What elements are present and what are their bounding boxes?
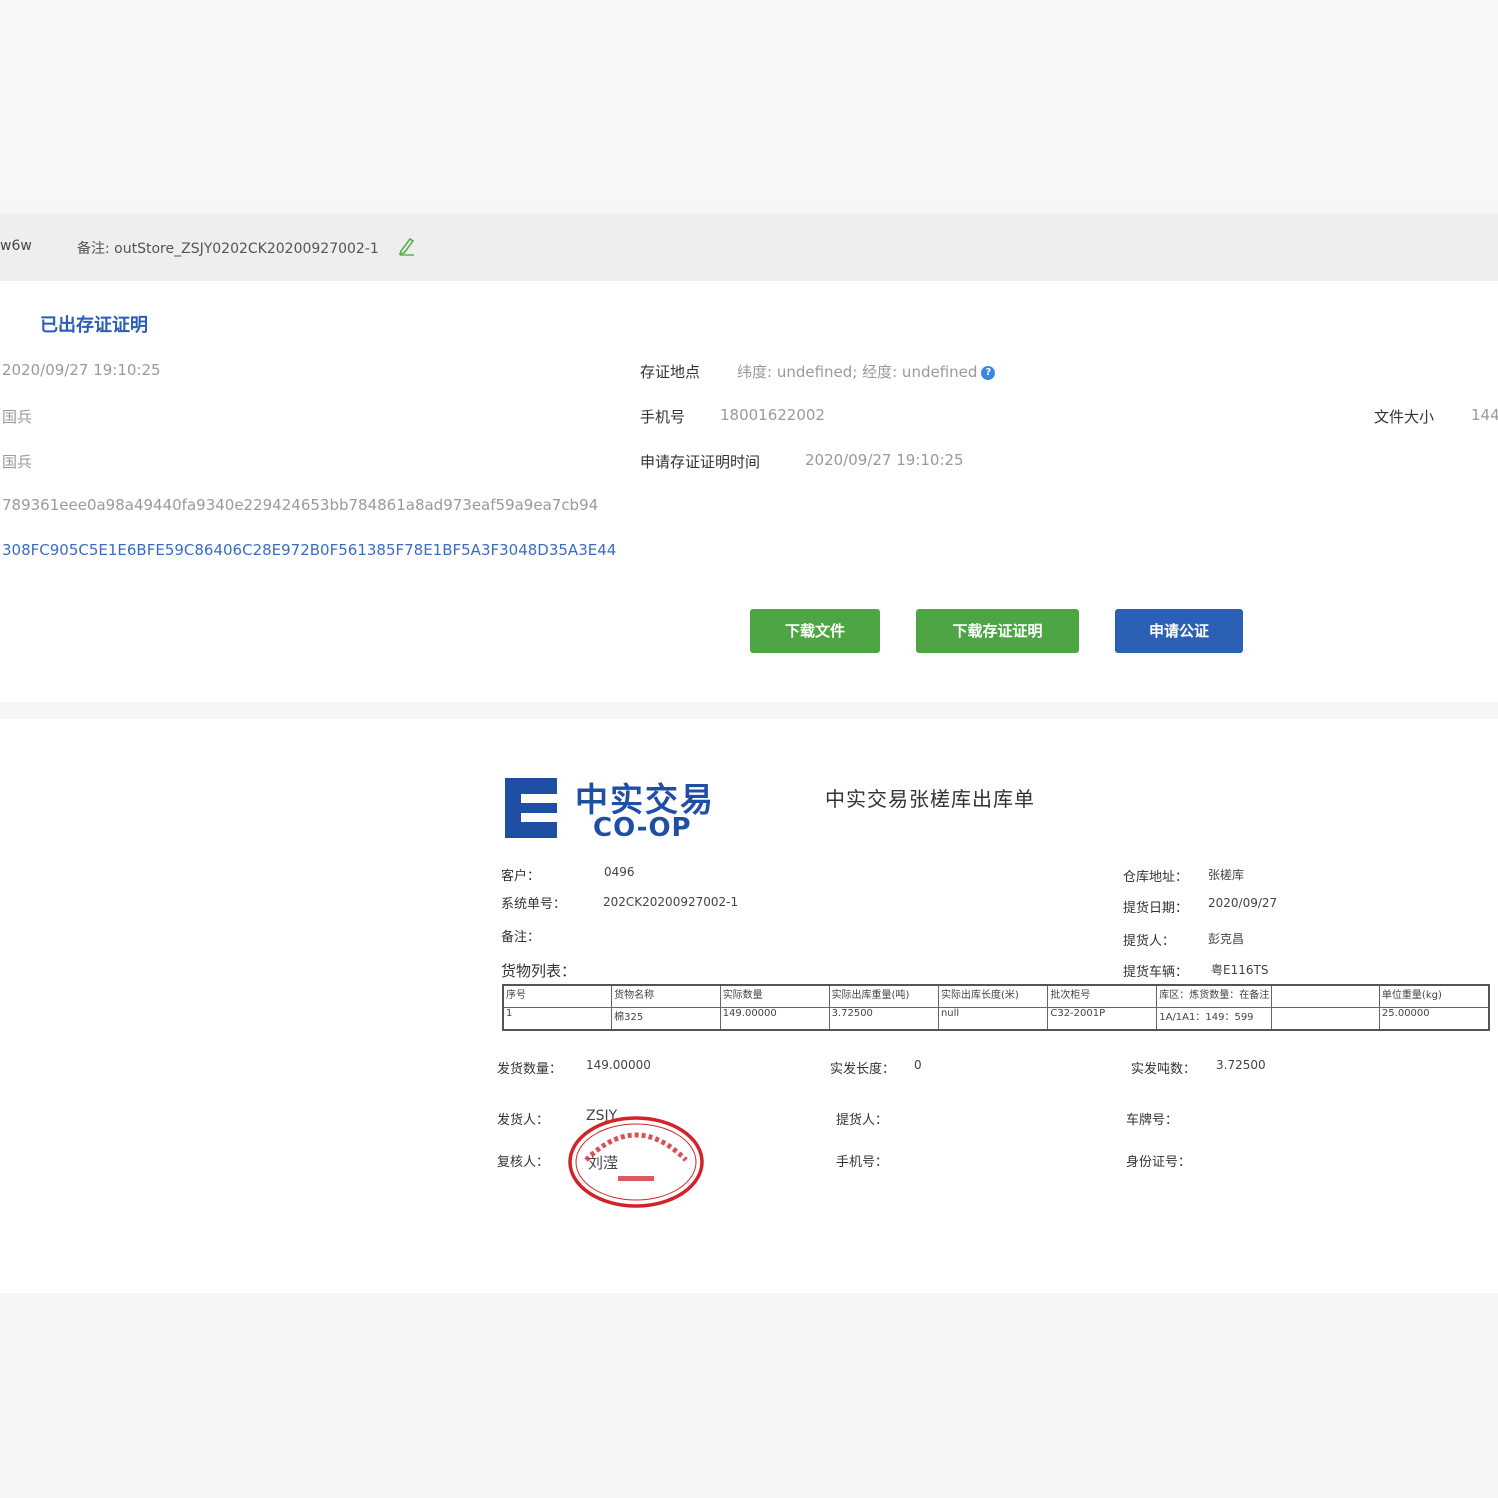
certificate-card: 已出存证证明 2020/09/27 19:10:25 国兵 国兵 789361e…: [0, 281, 1498, 702]
company-logo-icon: [505, 778, 557, 838]
table-header-cell: 实际出库重量(吨): [828, 984, 939, 1008]
apply-time-value: 2020/09/27 19:10:25: [805, 451, 964, 469]
reviewer-label: 复核人：: [497, 1155, 550, 1170]
top-blank-area: [0, 0, 1498, 205]
goods-list-label: 货物列表：: [501, 962, 577, 980]
actual-tons-label: 实发吨数：: [1131, 1062, 1197, 1077]
location-value: 纬度: undefined; 经度: undefined?: [737, 361, 996, 382]
table-cell: 棉325: [611, 1007, 721, 1031]
table-cell: 25.00000: [1378, 1007, 1490, 1031]
table-cell: null: [937, 1007, 1049, 1031]
customer-value: 0496: [604, 865, 635, 879]
actual-length-value: 0: [914, 1058, 922, 1072]
download-file-button[interactable]: 下载文件: [750, 609, 880, 653]
system-no-label: 系统单号：: [501, 897, 567, 912]
location-text: 纬度: undefined; 经度: undefined: [737, 363, 978, 381]
id-card-label: 身份证号：: [1126, 1155, 1192, 1170]
actual-length-label: 实发长度：: [830, 1062, 896, 1077]
system-no-value: 202CK20200927002-1: [603, 895, 739, 909]
help-icon[interactable]: ?: [981, 365, 996, 380]
table-row: 1 棉325 149.00000 3.72500 null C32-2001P …: [502, 1007, 1490, 1031]
record-id-fragment: w6w: [0, 238, 32, 254]
pickup-date-value: 2020/09/27: [1208, 896, 1278, 910]
table-cell: [1271, 1007, 1380, 1031]
table-header-cell: 库区：炼货数量：在备注: [1156, 984, 1273, 1008]
vehicle-value: 粤E116TS: [1211, 963, 1269, 977]
bottom-blank-area: [0, 1293, 1498, 1498]
owner-name: 国兵: [2, 408, 33, 426]
file-hash: 789361eee0a98a49440fa9340e229424653bb784…: [2, 496, 599, 514]
pickup-date-label: 提货日期：: [1123, 901, 1189, 916]
logo-english-text: CO-OP: [593, 813, 692, 843]
mobile-label: 手机号：: [836, 1155, 889, 1170]
picker-value: 彭克昌: [1208, 932, 1245, 946]
company-seal-stamp: [568, 1116, 704, 1208]
transaction-id-link[interactable]: 308FC905C5E1E6BFE59C86406C28E972B0F56138…: [2, 541, 616, 559]
section-title: 已出存证证明: [40, 315, 148, 336]
shipper-label: 发货人：: [497, 1113, 550, 1128]
actual-tons-value: 3.72500: [1216, 1058, 1266, 1072]
table-header-cell: 实际出库长度(米): [937, 984, 1049, 1008]
ship-qty-value: 149.00000: [586, 1058, 651, 1072]
goods-table: 序号 货物名称 实际数量 实际出库重量(吨) 实际出库长度(米) 批次柜号 库区…: [502, 984, 1490, 1031]
table-cell: C32-2001P: [1047, 1007, 1158, 1031]
record-info-bar: w6w 备注: outStore_ZSJY0202CK20200927002-1: [0, 213, 1498, 281]
vehicle-label: 提货车辆：: [1123, 965, 1189, 980]
document-title: 中实交易张槎库出库单: [825, 787, 1035, 811]
operator-name: 国兵: [2, 453, 33, 471]
record-remark: 备注: outStore_ZSJY0202CK20200927002-1: [77, 238, 379, 258]
table-header-row: 序号 货物名称 实际数量 实际出库重量(吨) 实际出库长度(米) 批次柜号 库区…: [502, 984, 1490, 1008]
remark-value: outStore_ZSJY0202CK20200927002-1: [114, 241, 379, 257]
download-certificate-button[interactable]: 下载存证证明: [916, 609, 1079, 653]
phone-value: 18001622002: [720, 406, 825, 424]
table-header-cell: [1271, 984, 1380, 1008]
location-label: 存证地点: [640, 363, 701, 381]
remark-label: 备注:: [77, 241, 110, 257]
warehouse-label: 仓库地址：: [1123, 870, 1189, 885]
table-header-cell: 货物名称: [611, 984, 721, 1008]
table-header-cell: 批次柜号: [1047, 984, 1158, 1008]
table-cell: 3.72500: [828, 1007, 939, 1031]
table-cell: 149.00000: [719, 1007, 830, 1031]
table-header-cell: 单位重量(kg): [1378, 984, 1490, 1008]
table-header-cell: 序号: [502, 984, 613, 1008]
edit-pencil-icon[interactable]: [398, 236, 416, 260]
file-size-label: 文件大小: [1374, 408, 1435, 426]
phone-label: 手机号: [640, 408, 686, 426]
table-cell: 1A/1A1：149：599: [1156, 1007, 1273, 1031]
picker2-label: 提货人：: [836, 1113, 889, 1128]
file-size-value: 144: [1471, 406, 1498, 424]
apply-notary-button[interactable]: 申请公证: [1115, 609, 1243, 653]
warehouse-value: 张槎库: [1208, 868, 1245, 882]
record-time: 2020/09/27 19:10:25: [2, 361, 161, 379]
doc-remark-label: 备注：: [501, 930, 541, 945]
table-header-cell: 实际数量: [719, 984, 830, 1008]
customer-label: 客户：: [501, 869, 541, 884]
picker-label: 提货人：: [1123, 934, 1176, 949]
ship-qty-label: 发货数量：: [497, 1062, 563, 1077]
apply-time-label: 申请存证证明时间: [640, 453, 761, 471]
plate-label: 车牌号：: [1126, 1113, 1179, 1128]
table-cell: 1: [502, 1007, 613, 1031]
